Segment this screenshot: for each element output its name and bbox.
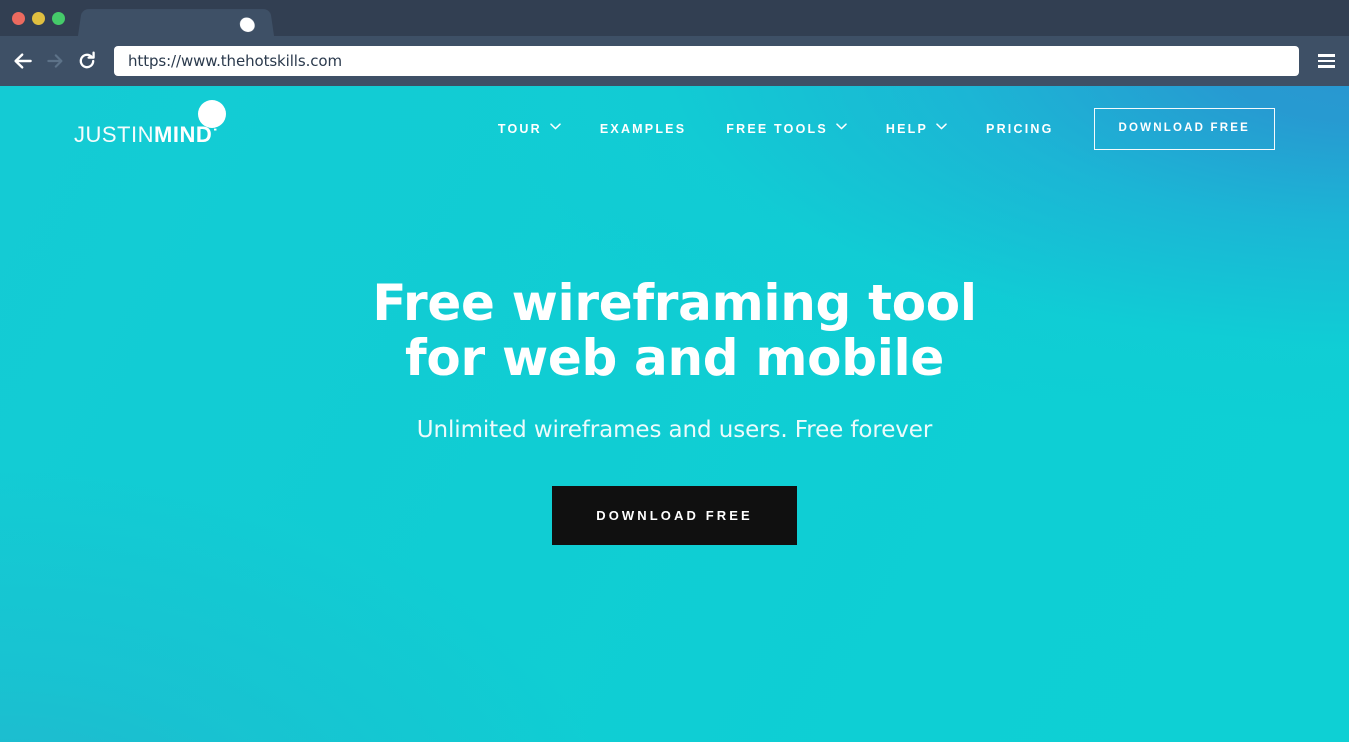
main-navigation: TOUR EXAMPLES FREE TOOLS HELP PRICING DO… <box>498 86 1275 172</box>
chevron-down-icon <box>836 123 847 133</box>
url-bar[interactable]: https://www.thehotskills.com <box>114 46 1299 76</box>
nav-item-pricing[interactable]: PRICING <box>986 122 1054 136</box>
nav-item-label: FREE TOOLS <box>726 122 828 136</box>
browser-toolbar: https://www.thehotskills.com <box>0 36 1349 86</box>
minimize-window-button[interactable] <box>32 12 45 25</box>
hero-title-line-1: Free wireframing tool <box>372 274 977 332</box>
browser-tab-strip <box>0 0 1349 36</box>
nav-item-tour[interactable]: TOUR <box>497 122 561 136</box>
forward-button[interactable] <box>40 46 70 76</box>
hero-title: Free wireframing tool for web and mobile <box>0 276 1349 385</box>
hero-title-line-2: for web and mobile <box>404 328 945 387</box>
webpage-viewport: JUSTINMIND˙ TOUR EXAMPLES FREE TOOLS HEL… <box>0 86 1349 742</box>
logo-wordmark: JUSTINMIND˙ <box>74 124 219 146</box>
header-download-free-button[interactable]: DOWNLOAD FREE <box>1093 108 1275 150</box>
nav-item-label: HELP <box>885 122 929 136</box>
reload-button[interactable] <box>72 46 102 76</box>
logo-text-justin: JUSTIN <box>74 122 154 147</box>
hamburger-menu-icon[interactable] <box>1307 41 1345 81</box>
nav-item-free-tools[interactable]: FREE TOOLS <box>726 122 847 136</box>
logo-dot: ˙ <box>212 126 219 146</box>
logo-text-mind: MIND <box>154 122 213 147</box>
browser-window: https://www.thehotskills.com JUSTINMIND˙… <box>0 0 1349 742</box>
maximize-window-button[interactable] <box>52 12 65 25</box>
back-button[interactable] <box>8 46 38 76</box>
close-window-button[interactable] <box>12 12 25 25</box>
hero-download-free-button[interactable]: DOWNLOAD FREE <box>552 486 797 545</box>
url-text: https://www.thehotskills.com <box>128 52 342 70</box>
justinmind-logo[interactable]: JUSTINMIND˙ <box>74 100 244 156</box>
nav-item-label: PRICING <box>986 122 1054 136</box>
chevron-down-icon <box>936 123 947 133</box>
browser-tab[interactable] <box>78 9 274 36</box>
nav-item-label: TOUR <box>497 122 542 136</box>
window-controls <box>12 12 65 25</box>
chevron-down-icon <box>550 123 561 133</box>
site-header: JUSTINMIND˙ TOUR EXAMPLES FREE TOOLS HEL… <box>0 86 1349 172</box>
nav-item-label: EXAMPLES <box>599 122 687 136</box>
nav-item-examples[interactable]: EXAMPLES <box>600 122 686 136</box>
hero-subtitle: Unlimited wireframes and users. Free for… <box>416 417 933 443</box>
hero-section: Free wireframing tool for web and mobile… <box>0 172 1349 545</box>
nav-item-help[interactable]: HELP <box>885 122 947 136</box>
tab-close-icon[interactable] <box>239 17 256 33</box>
